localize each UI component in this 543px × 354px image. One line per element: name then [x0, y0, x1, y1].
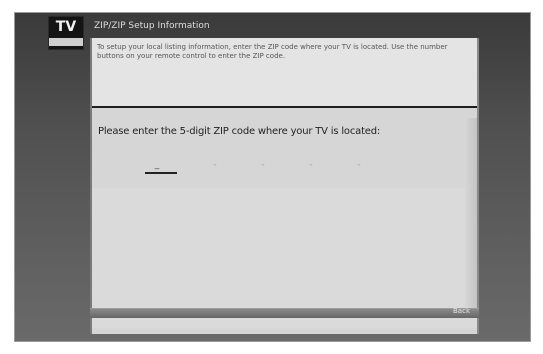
setup-screen-title: ZIP/ZIP Setup Information: [94, 21, 210, 31]
zip-digit-5[interactable]: -: [340, 156, 378, 174]
setup-content-panel: To setup your local listing information,…: [90, 38, 479, 334]
tv-logo: TV: [48, 16, 84, 50]
zip-digit-2-value: -: [213, 160, 217, 170]
info-box: To setup your local listing information,…: [92, 38, 477, 108]
zip-code-entry: _ - - - -: [138, 156, 438, 178]
back-hint[interactable]: Back: [453, 307, 470, 315]
zip-prompt: Please enter the 5-digit ZIP code where …: [98, 126, 381, 137]
zip-digit-5-value: -: [357, 160, 361, 170]
zip-digit-1[interactable]: _: [138, 156, 177, 174]
bottom-status-bar: [90, 308, 479, 318]
zip-digit-cursor: [145, 172, 177, 174]
tv-logo-text: TV: [55, 19, 77, 35]
info-instructions: To setup your local listing information,…: [97, 43, 448, 60]
zip-digit-3-value: -: [261, 160, 265, 170]
zip-digit-4[interactable]: -: [292, 156, 330, 174]
zip-digit-4-value: -: [309, 160, 313, 170]
empty-content-area: [92, 188, 477, 328]
tv-logo-band: [49, 38, 83, 46]
zip-digit-3[interactable]: -: [244, 156, 282, 174]
zip-digit-1-value: _: [154, 160, 160, 170]
panel-right-shade: [465, 118, 477, 318]
zip-digit-2[interactable]: -: [196, 156, 234, 174]
